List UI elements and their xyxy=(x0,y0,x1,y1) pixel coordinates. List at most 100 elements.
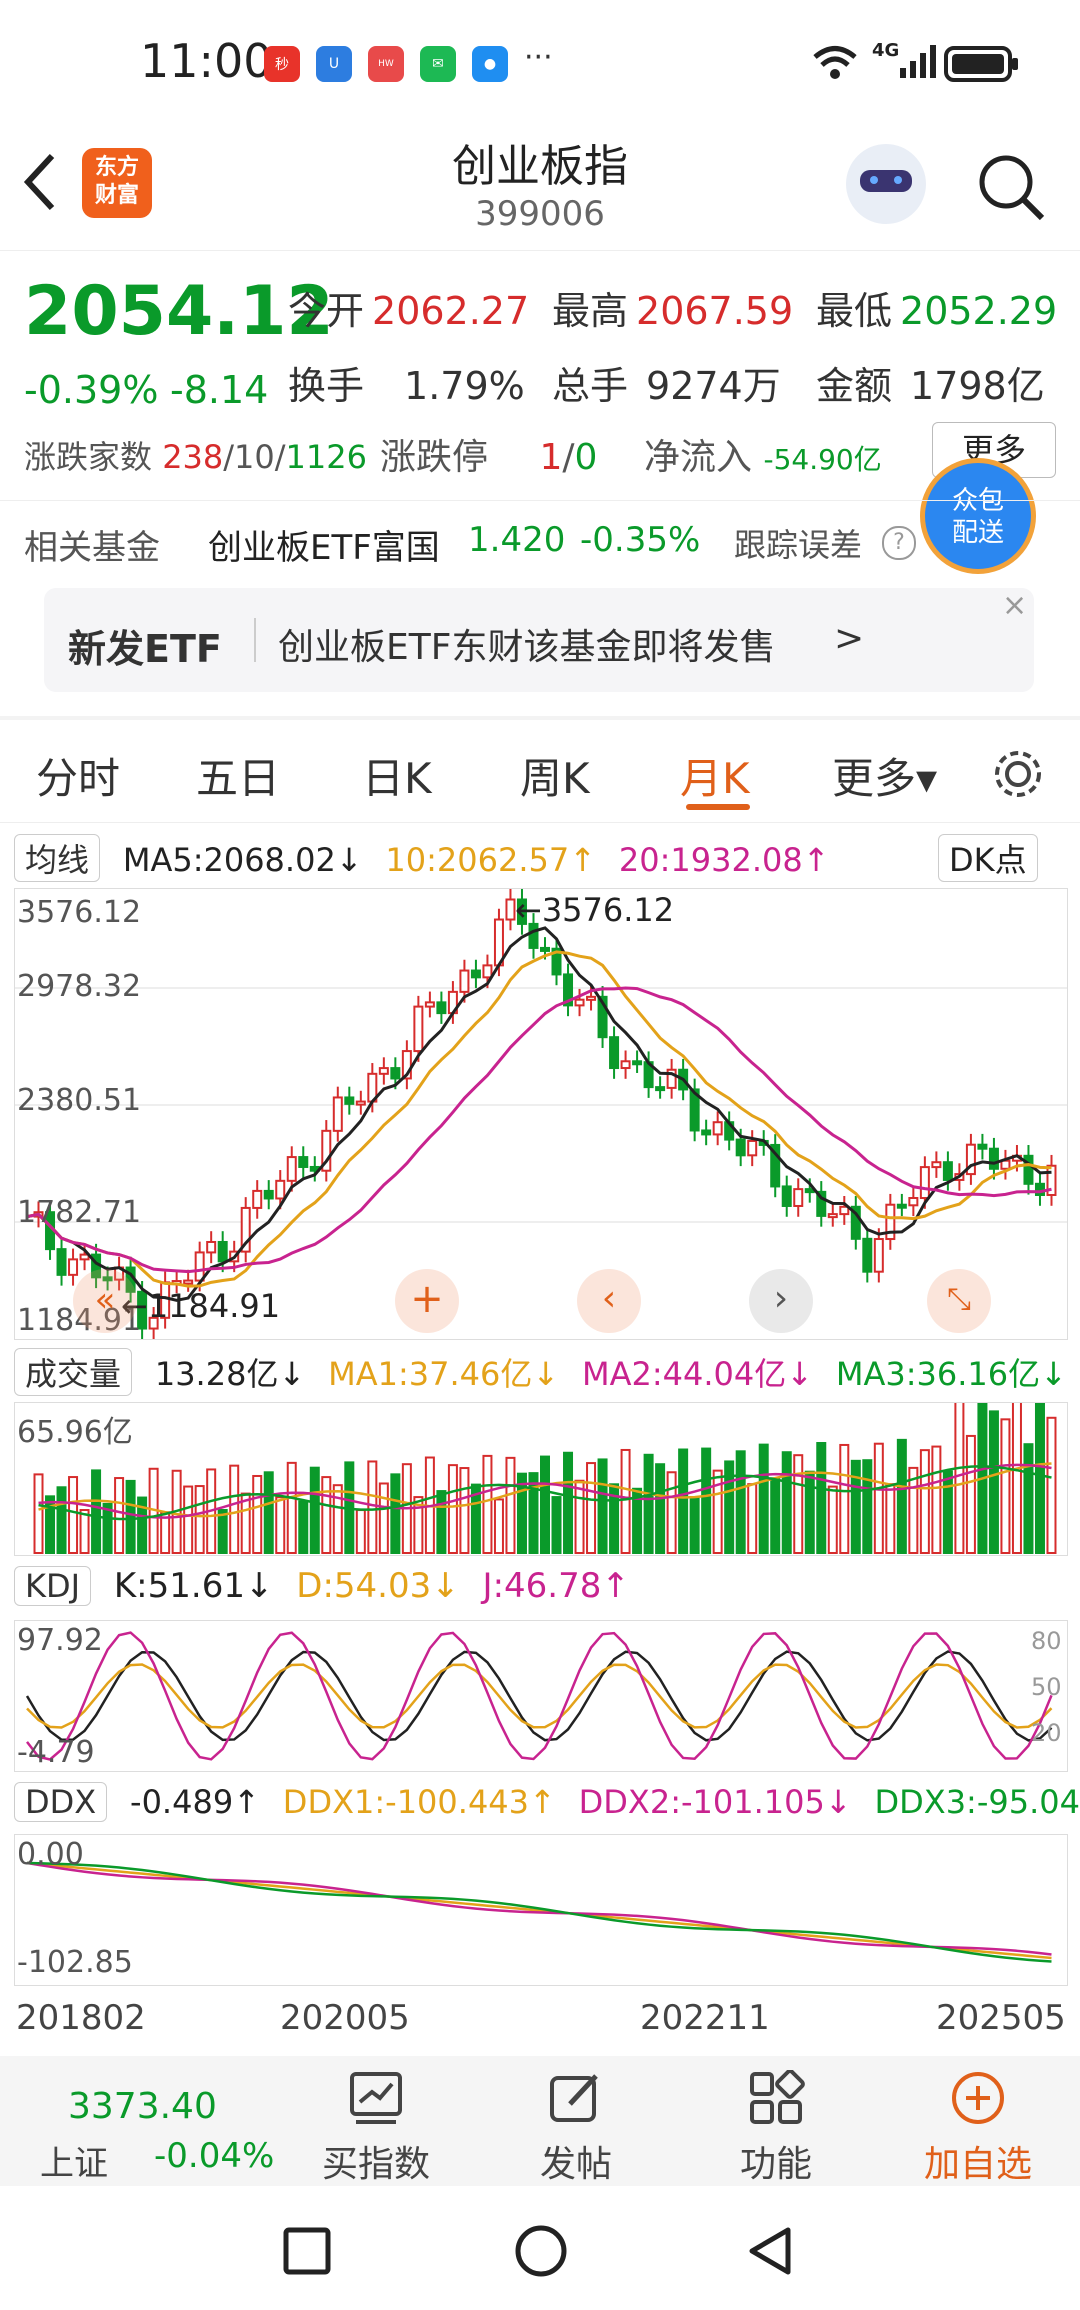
edit-icon xyxy=(550,2074,598,2122)
close-icon[interactable]: × xyxy=(1002,588,1027,623)
volume-chart[interactable]: 65.96亿 xyxy=(14,1394,1068,1556)
volume-bar xyxy=(436,1490,447,1554)
tab-more[interactable]: 更多▾ xyxy=(832,745,937,806)
post-button[interactable]: 发帖 xyxy=(496,2070,656,2187)
ma5-value: MA5:2068.02↓ xyxy=(122,841,363,879)
etf-banner[interactable]: 新发ETF 创业板ETF东财该基金即将发售 > × xyxy=(44,588,1034,692)
dk-point-toggle[interactable]: DK点 xyxy=(938,834,1038,882)
ddx-value: -0.489↑ xyxy=(130,1783,260,1821)
candle-body xyxy=(931,1161,942,1169)
sh-index-change[interactable]: -0.04% xyxy=(154,2136,274,2176)
tab-five-day[interactable]: 五日 xyxy=(196,745,280,806)
kdj-chart[interactable]: 97.92 -4.79 80 50 20 xyxy=(14,1620,1068,1772)
related-fund-change: -0.35% xyxy=(580,520,701,560)
bottom-toolbar: 3373.40 上证 -0.04% 买指数 发帖 功能 加自选 xyxy=(0,2056,1080,2186)
sh-index-name[interactable]: 上证 xyxy=(40,2136,108,2185)
back-nav-icon[interactable] xyxy=(744,2224,794,2278)
limit-field: 涨跌停 1/0 xyxy=(380,437,598,478)
amount-field: 金额 1798亿 xyxy=(816,355,1045,410)
change-pct: -0.39% xyxy=(24,368,159,412)
search-icon[interactable] xyxy=(976,152,1046,222)
kdj-level-50: 50 xyxy=(1031,1673,1062,1701)
robot-avatar[interactable] xyxy=(846,144,926,224)
volume-bar xyxy=(378,1482,389,1554)
volume-bar xyxy=(355,1509,366,1554)
volume-bar xyxy=(309,1466,320,1554)
volume-bar xyxy=(816,1442,827,1555)
kline-svg xyxy=(15,888,1067,1340)
ddx-axis-bottom: -102.85 xyxy=(17,1945,133,1980)
zoom-in-icon[interactable]: + xyxy=(395,1269,459,1333)
breadth-label: 涨跌家数 xyxy=(24,438,153,476)
volume-bar xyxy=(1000,1418,1011,1555)
kline-chart[interactable]: 3576.12 2978.32 2380.51 1782.71 1184.91 … xyxy=(14,888,1068,1340)
volume-bar xyxy=(954,1396,965,1554)
breadth-down: 1126 xyxy=(285,438,367,476)
volume-field: 总手 9274万 xyxy=(552,355,781,410)
candle-body xyxy=(505,898,516,921)
ddx-chart[interactable]: 0.00 -102.85 xyxy=(14,1834,1068,1986)
active-tab-indicator xyxy=(686,804,750,810)
breadth-field: 涨跌家数 238/10/1126 xyxy=(24,438,367,476)
tab-weekly-k[interactable]: 周K xyxy=(520,745,590,806)
tab-daily-k[interactable]: 日K xyxy=(362,745,432,806)
volume-bar xyxy=(367,1460,378,1554)
candle-body xyxy=(781,1185,792,1207)
etf-banner-text: 创业板ETF东财该基金即将发售 xyxy=(278,627,776,668)
status-time: 11:00 xyxy=(140,34,273,88)
chevron-right-icon[interactable]: › xyxy=(749,1269,813,1333)
ddx-line xyxy=(26,1861,1052,1960)
expand-icon[interactable]: ⤡ xyxy=(927,1269,991,1333)
kdj-selector[interactable]: KDJ xyxy=(14,1566,92,1606)
volume-bar xyxy=(505,1456,516,1554)
candle-body xyxy=(194,1251,205,1282)
volume-selector[interactable]: 成交量 xyxy=(14,1348,133,1396)
candle-body xyxy=(540,946,550,952)
sh-index-value[interactable]: 3373.40 xyxy=(68,2086,217,2127)
candle-body xyxy=(701,1129,712,1136)
volume-bar xyxy=(747,1483,758,1554)
signal-icon xyxy=(900,45,936,78)
volume-bar xyxy=(643,1453,654,1554)
buy-index-label: 买指数 xyxy=(321,2144,430,2185)
ma-line xyxy=(26,926,1052,1302)
tab-intraday[interactable]: 分时 xyxy=(36,745,120,806)
open-value: 2062.27 xyxy=(372,289,530,333)
help-icon[interactable]: ? xyxy=(882,526,916,560)
gear-icon[interactable] xyxy=(990,746,1046,802)
volume-bar xyxy=(91,1469,102,1554)
candle-body xyxy=(793,1188,804,1207)
recent-apps-icon[interactable] xyxy=(282,2226,332,2276)
volume-bar xyxy=(33,1473,44,1554)
candle-body xyxy=(68,1258,79,1276)
candle-body xyxy=(747,1139,758,1157)
add-watchlist-button[interactable]: 加自选 xyxy=(898,2070,1058,2187)
candle-body xyxy=(620,1060,631,1070)
volume-bar xyxy=(56,1486,67,1554)
rewind-icon[interactable]: « xyxy=(73,1269,137,1333)
related-fund-name[interactable]: 创业板ETF富国 xyxy=(208,520,440,569)
ma20-value: 20:1932.08↑ xyxy=(618,841,830,879)
network-type: 4G xyxy=(872,40,900,61)
chevron-left-icon[interactable]: ‹ xyxy=(577,1269,641,1333)
delivery-promo-badge[interactable]: 众包 配送 xyxy=(920,458,1036,574)
buy-index-button[interactable]: 买指数 xyxy=(296,2070,456,2187)
wechat-icon: ✉ xyxy=(420,46,456,82)
candle-body xyxy=(332,1096,343,1132)
candle-body xyxy=(574,998,585,1007)
ddx-selector[interactable]: DDX xyxy=(14,1782,108,1822)
tab-monthly-k[interactable]: 月K xyxy=(680,745,750,806)
ma-selector[interactable]: 均线 xyxy=(14,834,101,882)
candle-body xyxy=(735,1138,746,1157)
function-label: 功能 xyxy=(739,2144,812,2185)
kdj-k: K:51.61↓ xyxy=(113,1566,274,1606)
candle-body xyxy=(586,995,597,1001)
volume-legend: 成交量 13.28亿↓ MA1:37.46亿↓ MA2:44.04亿↓ MA3:… xyxy=(14,1348,1079,1396)
function-button[interactable]: 功能 xyxy=(696,2069,856,2187)
candle-body xyxy=(413,1005,424,1053)
home-icon[interactable] xyxy=(514,2224,568,2278)
ddx3-value: DDX3:-95.049↓ xyxy=(874,1783,1080,1821)
volume-bar xyxy=(194,1485,205,1554)
volume-bar xyxy=(125,1479,136,1554)
breadth-flat: 10 xyxy=(234,438,275,476)
